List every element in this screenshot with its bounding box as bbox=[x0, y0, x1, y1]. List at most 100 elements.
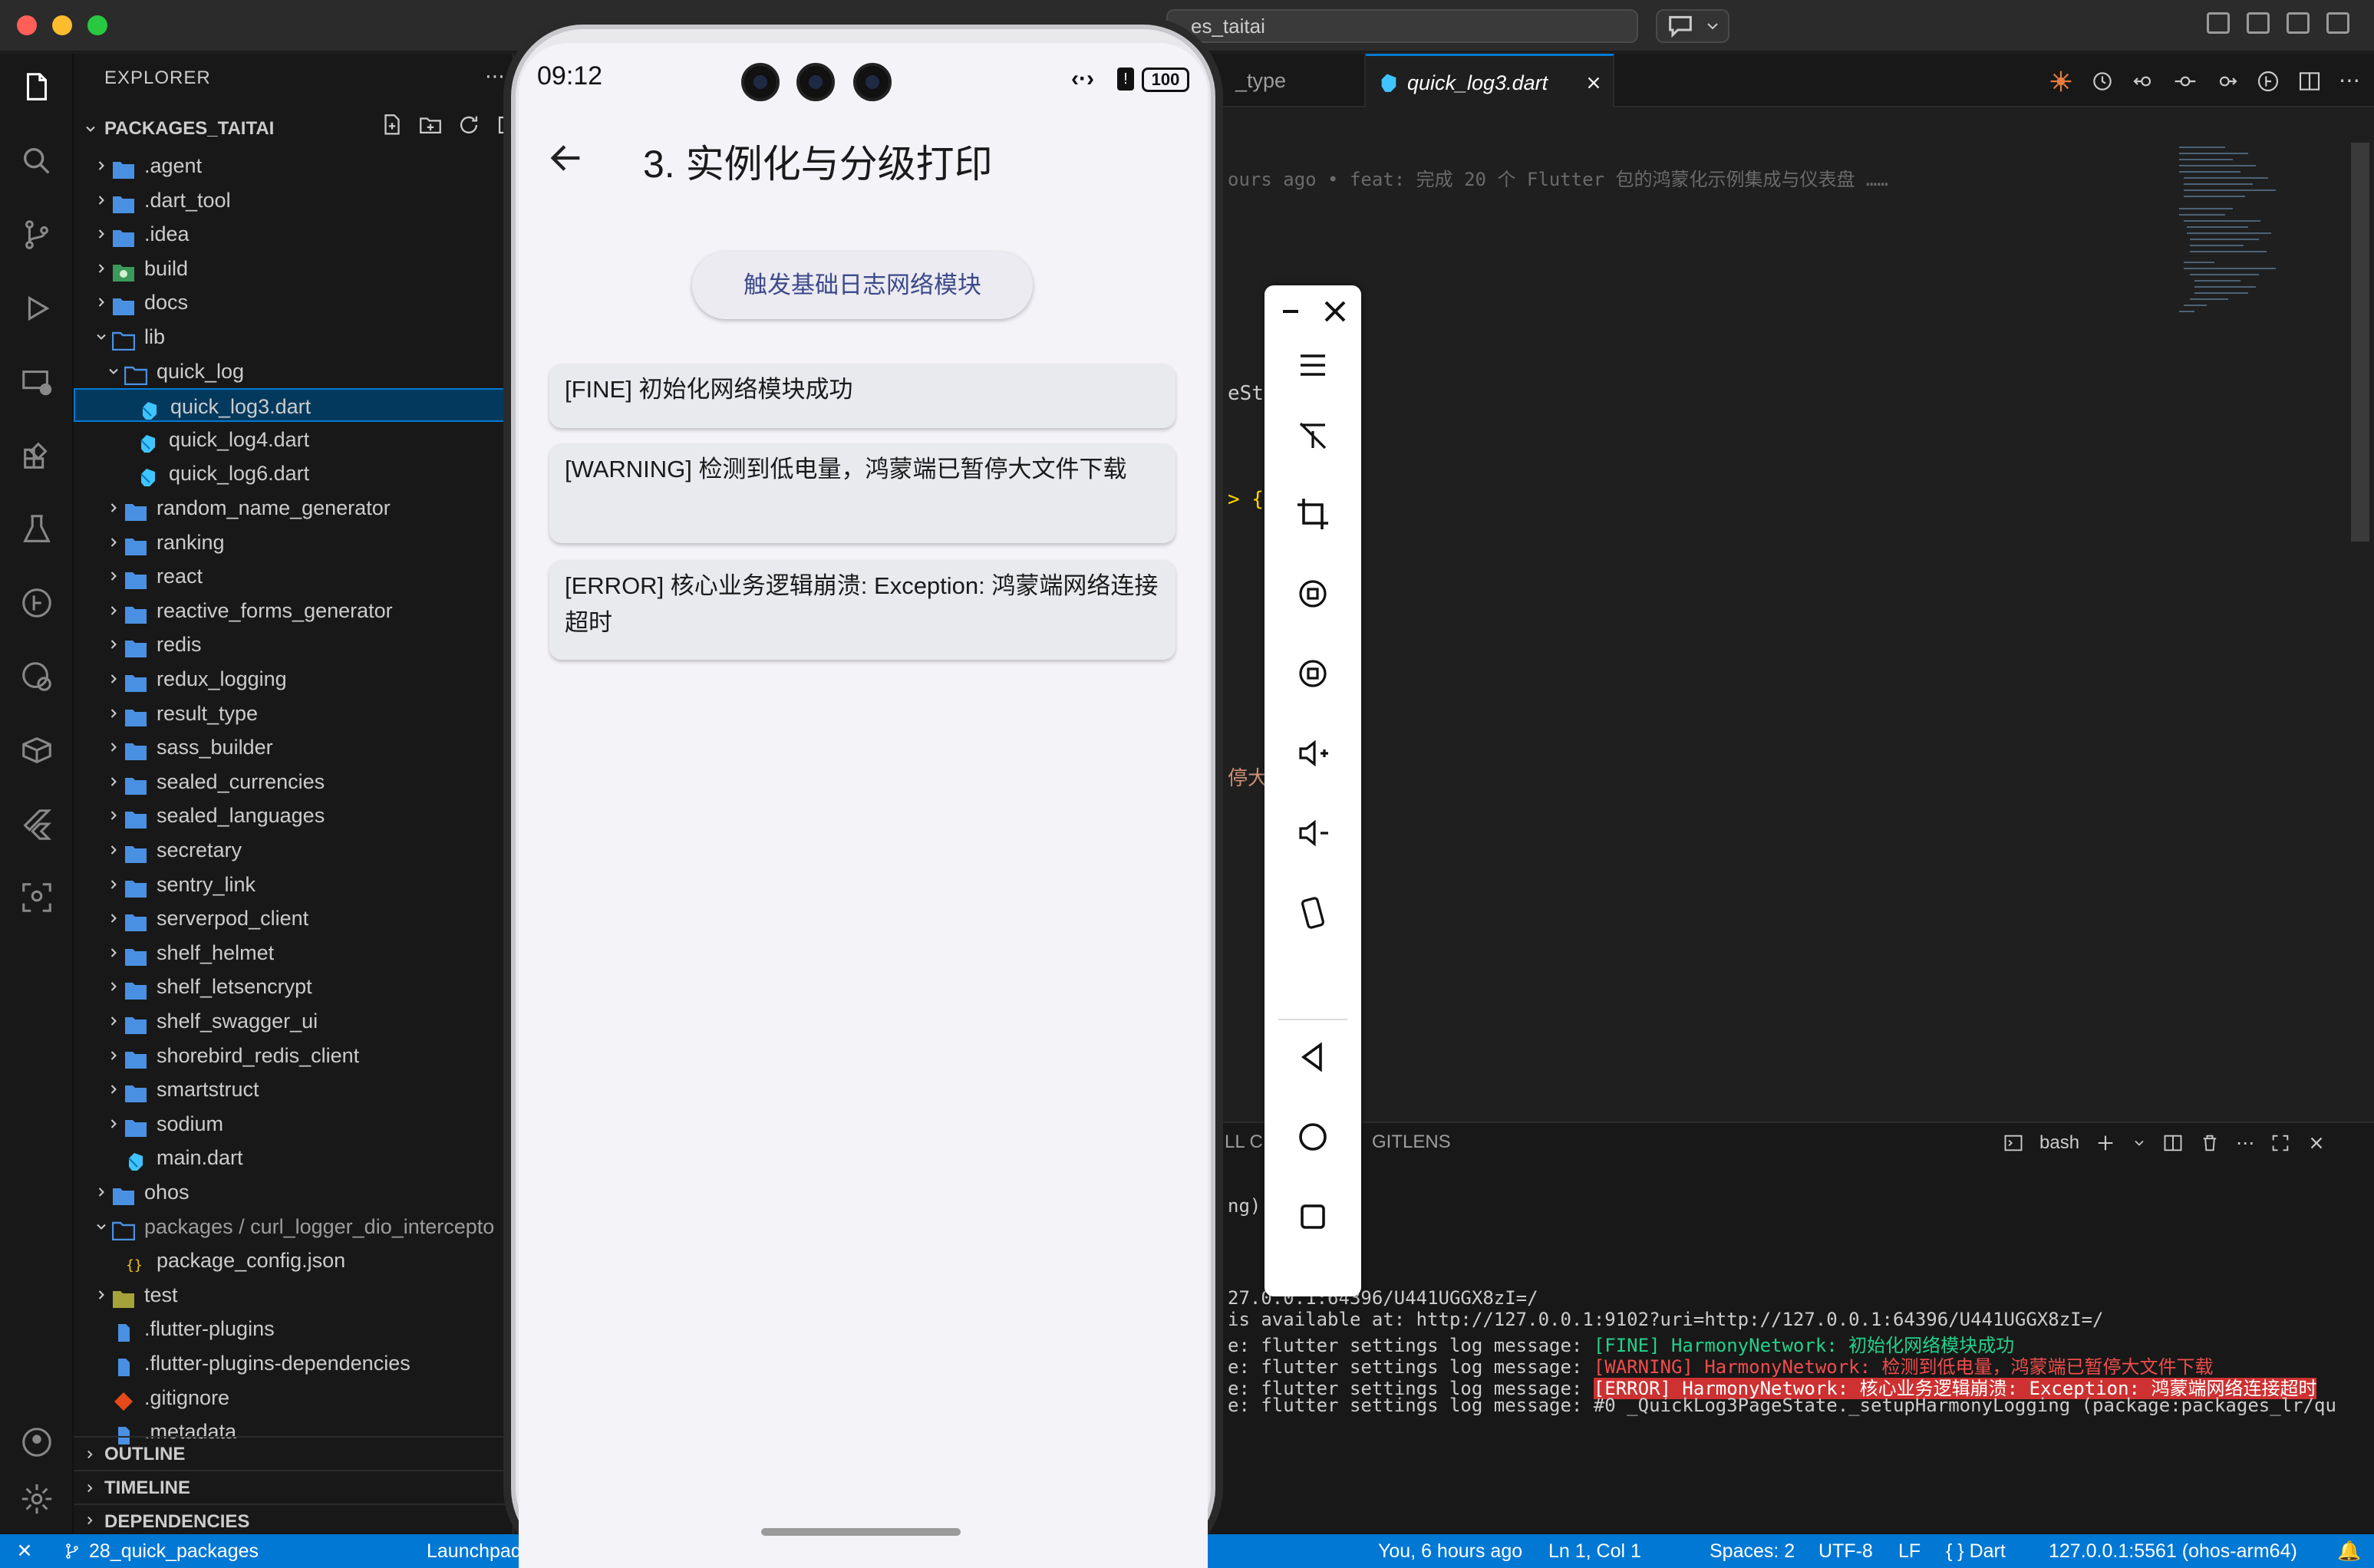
remote-explorer-icon[interactable] bbox=[18, 364, 55, 400]
tree-item[interactable]: shelf_helmet bbox=[74, 936, 514, 970]
more-icon[interactable]: ⋯ bbox=[2236, 1132, 2254, 1155]
tree-item[interactable]: .dart_tool bbox=[74, 183, 514, 217]
split-terminal-icon[interactable] bbox=[2162, 1132, 2184, 1154]
toggle-sidebar-icon[interactable] bbox=[2247, 12, 2270, 34]
toggle-secondary-sidebar-icon[interactable] bbox=[2326, 12, 2349, 34]
source-control-icon[interactable] bbox=[18, 216, 55, 253]
editor-scrollbar[interactable] bbox=[2351, 143, 2369, 542]
home-icon[interactable] bbox=[1290, 1114, 1336, 1160]
end-of-line[interactable]: LF bbox=[1898, 1534, 1921, 1568]
explorer-icon[interactable] bbox=[18, 69, 55, 106]
containers-icon[interactable] bbox=[18, 732, 55, 769]
timeline-section[interactable]: TIMELINE bbox=[74, 1470, 514, 1504]
flutter-icon[interactable] bbox=[18, 805, 55, 842]
tree-item[interactable]: .flutter-plugins bbox=[74, 1312, 514, 1346]
tree-item[interactable]: docs bbox=[74, 285, 514, 319]
notifications-bell-icon[interactable]: 🔔 bbox=[2337, 1534, 2361, 1568]
command-center[interactable]: es_taitai bbox=[1166, 9, 1638, 43]
rotate-right-icon[interactable] bbox=[1290, 651, 1336, 697]
encoding[interactable]: UTF-8 bbox=[1818, 1534, 1873, 1568]
tree-item[interactable]: ranking bbox=[74, 525, 514, 559]
close-tab-icon[interactable] bbox=[1584, 73, 1604, 93]
toggle-panel-icon[interactable] bbox=[2287, 12, 2310, 34]
tree-item[interactable]: {} package_config.json bbox=[74, 1244, 514, 1277]
tree-item[interactable]: serverpod_client bbox=[74, 901, 514, 935]
tree-item[interactable]: .flutter-plugins-dependencies bbox=[74, 1346, 514, 1380]
gitlens-spark-icon[interactable] bbox=[2049, 69, 2073, 94]
settings-gear-icon[interactable] bbox=[18, 1481, 55, 1517]
add-terminal-icon[interactable] bbox=[2095, 1132, 2116, 1154]
tree-item[interactable]: quick_log3.dart bbox=[74, 388, 514, 423]
back-icon[interactable] bbox=[1290, 1034, 1336, 1080]
more-actions-icon[interactable]: ⋯ bbox=[2339, 69, 2360, 94]
zoom-window-button[interactable] bbox=[87, 15, 107, 35]
tree-item[interactable]: .idea bbox=[74, 217, 514, 251]
back-arrow-icon[interactable] bbox=[546, 138, 586, 178]
run-debug-icon[interactable] bbox=[18, 290, 55, 327]
close-icon[interactable] bbox=[1312, 288, 1358, 334]
volume-down-icon[interactable] bbox=[1290, 810, 1336, 856]
tree-item[interactable]: .agent bbox=[74, 149, 514, 183]
customize-layout-icon[interactable] bbox=[2207, 12, 2230, 34]
tab-inactive[interactable]: _type bbox=[1220, 54, 1366, 107]
history-icon[interactable] bbox=[2090, 69, 2115, 94]
tree-item[interactable]: quick_log4.dart bbox=[74, 423, 514, 456]
scan-icon[interactable] bbox=[18, 879, 55, 916]
tree-item[interactable]: smartstruct bbox=[74, 1072, 514, 1106]
tree-item[interactable]: quick_log6.dart bbox=[74, 456, 514, 490]
rotate-left-icon[interactable] bbox=[1290, 571, 1336, 617]
tree-item[interactable]: shelf_swagger_ui bbox=[74, 1004, 514, 1038]
tab-quick-log3[interactable]: quick_log3.dart bbox=[1366, 54, 1614, 107]
crop-icon[interactable] bbox=[1290, 491, 1336, 537]
menu-icon[interactable] bbox=[1290, 342, 1336, 388]
gitlens-inspect-icon[interactable] bbox=[18, 658, 55, 695]
search-icon[interactable] bbox=[18, 143, 55, 180]
volume-up-icon[interactable] bbox=[1290, 730, 1336, 776]
tree-item[interactable]: test bbox=[74, 1278, 514, 1312]
copilot-chat-button[interactable] bbox=[1656, 9, 1729, 43]
trash-icon[interactable] bbox=[2199, 1132, 2221, 1154]
tree-item[interactable]: packages / curl_logger_dio_intercepto bbox=[74, 1210, 514, 1244]
tree-item[interactable]: result_type bbox=[74, 697, 514, 730]
close-panel-icon[interactable] bbox=[2306, 1133, 2326, 1153]
more-actions-icon[interactable]: ⋯ bbox=[485, 64, 505, 88]
remote-icon[interactable]: ✕ bbox=[9, 1534, 40, 1568]
tree-item[interactable]: shelf_letsencrypt bbox=[74, 970, 514, 1003]
outline-section[interactable]: OUTLINE bbox=[74, 1436, 514, 1470]
tab-gitlens[interactable]: GITLENS bbox=[1372, 1123, 1451, 1161]
tree-item[interactable]: sodium bbox=[74, 1107, 514, 1141]
recents-icon[interactable] bbox=[1290, 1194, 1336, 1240]
close-window-button[interactable] bbox=[17, 15, 37, 35]
new-file-icon[interactable] bbox=[379, 112, 405, 138]
pin-icon[interactable] bbox=[1290, 413, 1336, 459]
git-blame-status[interactable]: You, 6 hours ago bbox=[1352, 1534, 1522, 1568]
chevron-down-icon[interactable] bbox=[2132, 1135, 2147, 1151]
minimize-window-button[interactable] bbox=[52, 15, 72, 35]
home-indicator[interactable] bbox=[761, 1528, 961, 1536]
tree-item[interactable]: redis bbox=[74, 628, 514, 661]
maximize-panel-icon[interactable] bbox=[2270, 1132, 2291, 1154]
compare-next-icon[interactable] bbox=[2214, 69, 2239, 94]
minimize-icon[interactable] bbox=[1268, 288, 1314, 334]
language-mode[interactable]: { } Dart bbox=[1946, 1534, 2006, 1568]
tab-terminal-partial[interactable]: LL C bbox=[1225, 1123, 1263, 1161]
dependencies-section[interactable]: DEPENDENCIES bbox=[74, 1504, 514, 1534]
account-icon[interactable] bbox=[18, 1424, 55, 1461]
split-editor-icon[interactable] bbox=[2297, 69, 2322, 94]
testing-icon[interactable] bbox=[18, 511, 55, 548]
shake-icon[interactable] bbox=[1290, 890, 1336, 936]
tree-item[interactable]: sentry_link bbox=[74, 868, 514, 901]
minimap[interactable] bbox=[2171, 140, 2294, 416]
gitlens-icon[interactable] bbox=[18, 585, 55, 621]
tree-item[interactable]: sealed_currencies bbox=[74, 765, 514, 799]
branch-compare-icon[interactable] bbox=[2256, 69, 2280, 94]
tree-item[interactable]: react bbox=[74, 559, 514, 593]
extensions-icon[interactable] bbox=[18, 437, 55, 474]
trigger-logging-button[interactable]: 触发基础日志网络模块 bbox=[692, 252, 1033, 319]
tree-item[interactable]: sealed_languages bbox=[74, 799, 514, 832]
commit-icon[interactable] bbox=[2173, 69, 2198, 94]
tree-item[interactable]: build bbox=[74, 252, 514, 285]
tree-item[interactable]: quick_log bbox=[74, 354, 514, 388]
device-indicator[interactable]: 127.0.0.1:5561 (ohos-arm64) bbox=[2049, 1534, 2297, 1568]
tree-item[interactable]: redux_logging bbox=[74, 662, 514, 696]
